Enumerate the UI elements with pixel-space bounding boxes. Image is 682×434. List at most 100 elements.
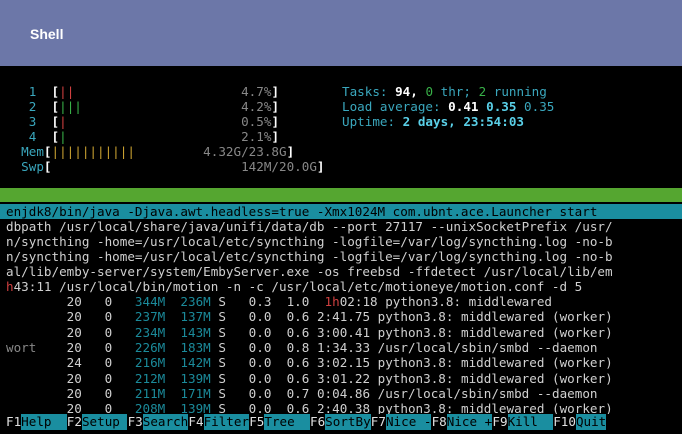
fkey-label: Tree (264, 414, 310, 430)
process-time-spacer (309, 325, 317, 340)
process-row[interactable]: 20 0 211M 171M S 0.0 0.7 0:04.86 /usr/lo… (6, 386, 598, 401)
fkey-f7[interactable]: F7Nice - (371, 414, 432, 430)
swap-meter: Swp[ 142M/20.0G] (21, 159, 325, 174)
process-cmdline[interactable]: n/syncthing -home=/usr/local/etc/syncthi… (6, 234, 613, 249)
process-user (6, 309, 36, 324)
fkey-label: Search (142, 414, 189, 430)
process-cpu: 0.3 (225, 294, 272, 309)
process-time: 1:34.33 (316, 339, 371, 355)
process-mem: 1.0 (271, 294, 310, 309)
process-command: python3.8: middlewared (worker) (370, 324, 613, 340)
process-nice: 0 (81, 370, 113, 386)
fkey-f3[interactable]: F3Search (128, 414, 189, 430)
process-virt: 212M (112, 370, 166, 386)
process-nice: 0 (81, 385, 113, 401)
fkey-label: Help (21, 414, 67, 430)
process-res: 139M (165, 370, 211, 386)
process-row[interactable]: 20 0 212M 139M S 0.0 0.6 3:01.22 python3… (6, 371, 613, 386)
fkey-f1[interactable]: F1Help (6, 414, 67, 430)
process-user (6, 325, 36, 340)
cpu-meter-2: 2 [||| 4.2%] (28, 99, 280, 114)
process-state: S (210, 309, 226, 325)
process-nice: 0 (81, 355, 113, 371)
process-cmdline[interactable]: dbpath /usr/local/share/java/unifi/data/… (6, 219, 613, 234)
process-row[interactable]: 20 0 234M 143M S 0.0 0.6 3:00.41 python3… (6, 325, 613, 340)
process-state: S (210, 339, 226, 355)
process-res: 143M (165, 324, 211, 340)
process-row[interactable]: 24 0 216M 142M S 0.0 0.6 3:02.15 python3… (6, 355, 613, 370)
process-mem: 0.6 (271, 370, 310, 386)
process-time-spacer (309, 309, 317, 324)
process-row[interactable]: 20 0 237M 137M S 0.0 0.6 2:41.75 python3… (6, 309, 613, 324)
process-time: 3:02.15 (316, 355, 371, 371)
process-row[interactable]: wort 20 0 226M 183M S 0.0 0.8 1:34.33 /u… (6, 340, 598, 355)
process-priority: 24 (36, 355, 82, 371)
fkey-f2[interactable]: F2Setup (67, 414, 128, 430)
process-cmdline[interactable]: h43:11 /usr/local/bin/motion -n -c /usr/… (6, 279, 582, 294)
fkey-f8[interactable]: F8Nice + (432, 414, 493, 430)
fkey-key: F5 (249, 414, 265, 429)
process-time-spacer (309, 340, 317, 355)
process-priority: 20 (36, 324, 82, 340)
fkey-label: Nice + (446, 414, 493, 430)
process-state: S (210, 355, 226, 371)
window-title: Shell (30, 26, 64, 42)
process-res: 171M (165, 385, 211, 401)
process-user (6, 386, 36, 401)
process-cpu: 0.0 (225, 339, 272, 355)
mem-meter: Mem[||||||||||| 4.32G/23.8G] (21, 144, 295, 159)
process-state: S (210, 324, 226, 340)
process-priority: 20 (36, 309, 82, 325)
process-nice: 0 (81, 339, 113, 355)
process-command: python3.8: middlewared (worker) (370, 309, 613, 325)
process-command: python3.8: middlewared (worker) (370, 355, 613, 371)
process-cmdline[interactable]: al/lib/emby-server/system/EmbyServer.exe… (6, 264, 613, 279)
process-res: 236M (165, 294, 211, 309)
process-res: 142M (165, 355, 211, 371)
process-mem: 0.8 (271, 339, 310, 355)
fkey-label: Nice - (385, 414, 432, 430)
process-mem: 0.6 (271, 309, 310, 325)
fkey-f5[interactable]: F5Tree (249, 414, 310, 430)
fkey-label: Filter (203, 414, 250, 430)
fkey-key: F7 (370, 414, 386, 429)
process-time: 2:41.75 (316, 309, 371, 325)
process-nice: 0 (81, 324, 113, 340)
fkey-f4[interactable]: F4Filter (188, 414, 250, 430)
process-nice: 0 (81, 294, 113, 309)
cpu-meter-3: 3 [| 0.5%] (28, 114, 280, 129)
process-mem: 0.7 (271, 385, 310, 401)
process-priority: 20 (36, 385, 82, 401)
process-virt: 211M (112, 385, 166, 401)
process-time-spacer (309, 371, 317, 386)
fkey-key: F8 (431, 414, 447, 429)
fkey-key: F3 (127, 414, 143, 429)
uptime: Uptime: 2 days, 23:54:03 (342, 114, 524, 129)
process-cpu: 0.0 (225, 355, 272, 371)
process-cmdline[interactable]: n/syncthing -home=/usr/local/etc/syncthi… (6, 249, 613, 264)
process-res: 183M (165, 339, 211, 355)
process-state: S (210, 370, 226, 386)
process-cpu: 0.0 (225, 309, 272, 325)
process-row[interactable]: 20 0 344M 236M S 0.3 1.0 1h02:18 python3… (6, 294, 552, 309)
fkey-f9[interactable]: F9Kill (492, 414, 554, 430)
process-nice: 0 (81, 309, 113, 325)
process-virt: 226M (112, 339, 166, 355)
selected-command[interactable]: enjdk8/bin/java -Djava.awt.headless=true… (6, 204, 597, 219)
process-cpu: 0.0 (225, 370, 272, 386)
fkey-key: F4 (188, 414, 204, 429)
fkey-label: Setup (81, 414, 128, 430)
fkey-label: Kill (507, 414, 554, 430)
process-command: python3.8: middlewared (worker) (370, 370, 613, 386)
process-user (6, 355, 36, 370)
process-time: 3:00.41 (316, 324, 371, 340)
process-time-spacer (309, 355, 317, 370)
process-priority: 20 (36, 294, 82, 309)
fkey-label: SortBy (325, 414, 371, 430)
process-priority: 20 (36, 370, 82, 386)
process-virt: 234M (112, 324, 166, 340)
fkey-f6[interactable]: F6SortBy (310, 414, 371, 430)
process-time-hours: 1h (316, 294, 340, 309)
process-cpu: 0.0 (225, 385, 272, 401)
fkey-f10[interactable]: F10Quit (553, 414, 607, 430)
